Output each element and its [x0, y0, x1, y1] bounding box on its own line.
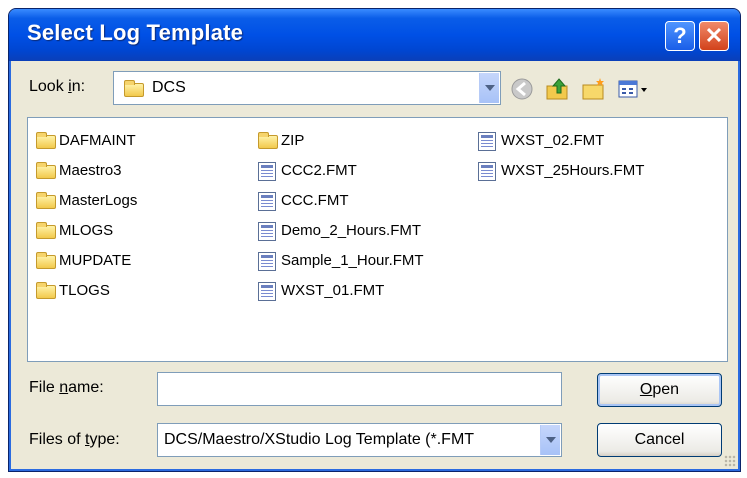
folder-item[interactable]: TLOGS: [34, 281, 234, 303]
file-item[interactable]: CCC2.FMT: [256, 161, 476, 183]
folder-item[interactable]: MLOGS: [34, 221, 234, 243]
file-type-select[interactable]: DCS/Maestro/XStudio Log Template (*.FMT: [157, 423, 562, 457]
folder-icon: [36, 222, 56, 239]
open-button[interactable]: Open: [597, 373, 722, 407]
folder-item[interactable]: ZIP: [256, 131, 476, 153]
folder-item[interactable]: Maestro3: [34, 161, 234, 183]
close-button[interactable]: ✕: [699, 21, 729, 51]
back-icon[interactable]: [509, 76, 535, 102]
chevron-down-icon[interactable]: [540, 425, 560, 455]
file-item[interactable]: CCC.FMT: [256, 191, 476, 213]
folder-icon: [36, 282, 56, 299]
file-item[interactable]: Sample_1_Hour.FMT: [256, 251, 476, 273]
look-in-value: DCS: [152, 79, 186, 96]
template-file-icon: [258, 192, 276, 211]
look-in-combo[interactable]: DCS: [113, 71, 501, 105]
chevron-down-icon[interactable]: [479, 73, 499, 103]
folder-icon: [36, 252, 56, 269]
folder-icon: [258, 132, 278, 149]
template-file-icon: [258, 222, 276, 241]
dialog-title: Select Log Template: [27, 20, 244, 45]
view-menu-icon[interactable]: [617, 76, 651, 102]
template-file-icon: [258, 282, 276, 301]
file-list-view[interactable]: DAFMAINT Maestro3 MasterLogs MLOGS MUPDA…: [27, 117, 728, 362]
folder-item[interactable]: MUPDATE: [34, 251, 234, 273]
cancel-button[interactable]: Cancel: [597, 423, 722, 457]
folder-item[interactable]: MasterLogs: [34, 191, 234, 213]
file-name-input[interactable]: [157, 372, 562, 406]
file-item[interactable]: WXST_02.FMT: [476, 131, 706, 153]
folder-item[interactable]: DAFMAINT: [34, 131, 234, 153]
title-bar[interactable]: Select Log Template ? ✕: [9, 9, 740, 61]
select-log-template-dialog: Select Log Template ? ✕ Look in: DCS DAF…: [8, 8, 741, 472]
file-type-label: Files of type:: [29, 431, 120, 448]
template-file-icon: [478, 162, 496, 181]
folder-icon: [124, 80, 144, 97]
template-file-icon: [258, 252, 276, 271]
resize-grip[interactable]: [724, 455, 736, 467]
help-button[interactable]: ?: [665, 21, 695, 51]
file-name-label: File name:: [29, 379, 104, 396]
template-file-icon: [258, 162, 276, 181]
file-item[interactable]: WXST_01.FMT: [256, 281, 476, 303]
folder-icon: [36, 132, 56, 149]
file-item[interactable]: WXST_25Hours.FMT: [476, 161, 706, 183]
file-item[interactable]: Demo_2_Hours.FMT: [256, 221, 476, 243]
folder-icon: [36, 192, 56, 209]
look-in-label: Look in:: [29, 78, 86, 95]
folder-icon: [36, 162, 56, 179]
template-file-icon: [478, 132, 496, 151]
up-folder-icon[interactable]: [545, 76, 571, 102]
new-folder-icon[interactable]: [581, 76, 607, 102]
